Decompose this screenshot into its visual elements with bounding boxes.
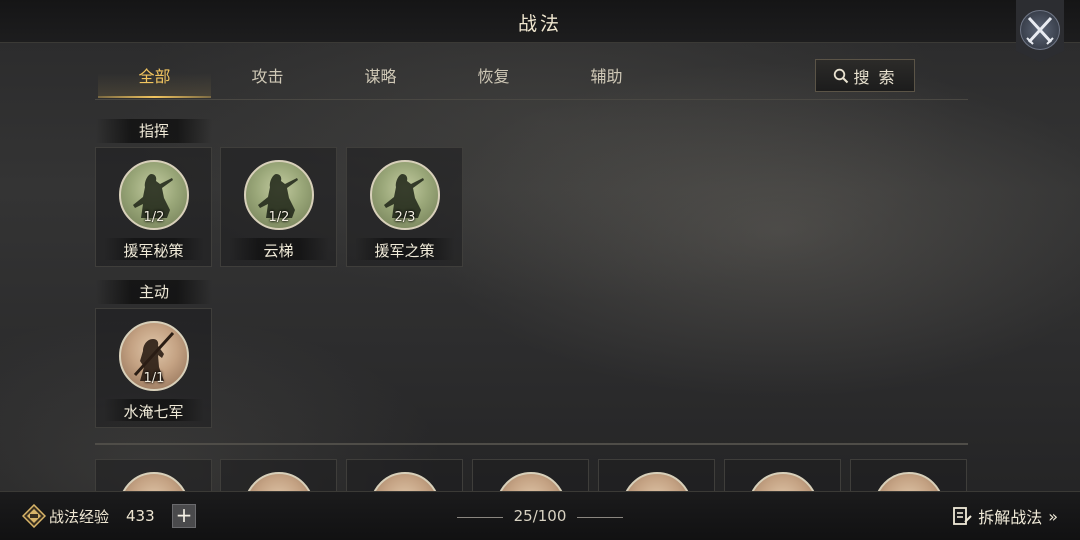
crossed-swords-close-icon — [1026, 16, 1054, 45]
tactic-name: 援军之策 — [374, 242, 435, 260]
progress-line-left — [457, 517, 503, 518]
tab-support[interactable]: 辅助 — [550, 62, 663, 98]
tactic-name: 水淹七军 — [123, 403, 184, 421]
bottom-bar: 战法经验 433 + 25/100 拆解战法 » — [0, 491, 1080, 540]
section-divider — [95, 443, 968, 445]
tactic-count: 1/2 — [143, 210, 165, 225]
section-label-active: 主动 — [96, 280, 212, 304]
tactic-capacity-count: 25/100 — [513, 507, 567, 525]
tactic-exp-value: 433 — [126, 507, 155, 525]
tactic-card[interactable]: 1/1 水淹七军 — [95, 308, 212, 428]
section-label-command: 指挥 — [96, 119, 212, 143]
dismantle-label: 拆解战法 — [978, 508, 1043, 527]
tactic-medal-icon: 2/3 — [370, 160, 440, 230]
page-title: 战法 — [517, 13, 562, 35]
tactic-name: 援军秘策 — [123, 242, 184, 260]
search-icon — [834, 68, 849, 83]
tab-all[interactable]: 全部 — [98, 62, 211, 98]
tab-attack[interactable]: 攻击 — [211, 62, 324, 98]
tactic-name: 云梯 — [263, 242, 294, 260]
tactic-exp-label: 战法经验 — [49, 508, 110, 526]
top-bar: 战法 — [0, 0, 1080, 43]
double-chevron-right-icon: » — [1048, 506, 1058, 526]
tactic-card[interactable]: 1/2 云梯 — [220, 147, 337, 267]
tactic-count: 1/2 — [268, 210, 290, 225]
tactic-card[interactable]: 2/3 援军之策 — [346, 147, 463, 267]
tactic-card[interactable]: 1/2 援军秘策 — [95, 147, 212, 267]
tab-recovery[interactable]: 恢复 — [437, 62, 550, 98]
tactic-count: 2/3 — [394, 210, 416, 225]
progress-line-right — [577, 517, 623, 518]
tactic-exp-icon — [22, 504, 46, 528]
close-button[interactable] — [1016, 0, 1064, 62]
tactic-medal-icon: 1/2 — [119, 160, 189, 230]
dismantle-icon — [953, 507, 972, 525]
tactic-count: 1/1 — [143, 371, 165, 386]
dismantle-tactic-button[interactable]: 拆解战法 » — [952, 504, 1058, 528]
search-button-label: 搜 索 — [853, 67, 897, 87]
category-tabs: 全部 攻击 谋略 恢复 辅助 — [98, 62, 658, 98]
tactic-medal-icon: 1/1 — [119, 321, 189, 391]
tab-strategy[interactable]: 谋略 — [324, 62, 437, 98]
tactic-medal-icon: 1/2 — [244, 160, 314, 230]
search-button[interactable]: 搜 索 — [815, 59, 915, 92]
tabs-divider — [95, 99, 968, 100]
add-exp-button[interactable]: + — [172, 504, 196, 528]
